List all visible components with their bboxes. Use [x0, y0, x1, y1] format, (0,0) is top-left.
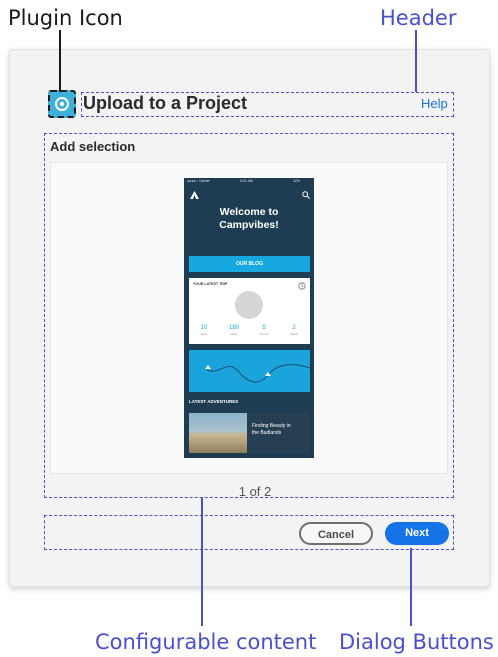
search-icon[interactable] — [302, 191, 310, 199]
adventure-title: Finding Beauty in the Badlands — [252, 423, 291, 437]
stat-label: Meals — [289, 332, 298, 336]
phone-trip-card: YOUR LATEST TRIP 10 Days 180 Miles 5 Cam… — [189, 278, 310, 344]
pager: 1 of 2 — [238, 484, 272, 499]
header-leader — [415, 30, 417, 92]
stat-label: Camps — [259, 332, 269, 336]
help-link[interactable]: Help — [421, 96, 448, 111]
adventure-title-line-1: Finding Beauty in — [252, 423, 291, 429]
dialog-title: Upload to a Project — [83, 93, 248, 113]
next-button[interactable]: Next — [385, 522, 449, 545]
cancel-button[interactable]: Cancel — [299, 522, 373, 545]
phone-latest-label: LATEST ADVENTURES — [189, 399, 239, 404]
stat-value: 180 — [228, 325, 239, 331]
phone-map — [189, 350, 310, 392]
phone-welcome-line-1: Welcome to — [219, 206, 279, 218]
adventure-photo — [189, 413, 247, 453]
adventure-title-line-2: the Badlands — [252, 430, 282, 436]
phone-battery: 42% — [293, 179, 301, 183]
gear-icon — [55, 97, 69, 111]
callout-plugin-icon: Plugin Icon — [8, 6, 123, 30]
map-route — [205, 364, 310, 383]
plugin-icon — [48, 90, 76, 118]
phone-preview: ●●●●○ Carrier 9:41 AM 42% Welcome to Cam… — [184, 178, 314, 458]
stat-value: 10 — [200, 325, 208, 331]
buttons-leader — [410, 548, 412, 626]
phone-adventure-card[interactable]: Finding Beauty in the Badlands — [189, 413, 310, 453]
phone-welcome-line-2: Campvibes! — [219, 219, 279, 231]
plugin-icon-leader — [59, 30, 61, 92]
phone-time: 9:41 AM — [240, 179, 253, 183]
phone-carrier: Carrier — [199, 179, 210, 183]
stat-value: 5 — [262, 325, 266, 331]
phone-trip-avatar — [235, 291, 263, 319]
phone-welcome: Welcome to Campvibes! — [184, 206, 314, 232]
tent-icon — [190, 191, 199, 199]
stat-label: Days — [200, 332, 208, 336]
clock-icon — [298, 282, 306, 290]
phone-stat: 180 Miles — [219, 325, 249, 337]
callout-dialog-buttons: Dialog Buttons — [339, 630, 494, 654]
phone-status-bar: ●●●●○ Carrier 9:41 AM 42% — [187, 179, 301, 183]
stat-value: 2 — [292, 325, 296, 331]
phone-stat: 2 Meals — [279, 325, 309, 337]
phone-stat: 10 Days — [189, 325, 219, 337]
phone-stat: 5 Camps — [249, 325, 279, 337]
content-leader — [201, 498, 203, 626]
phone-trip-label: YOUR LATEST TRIP — [193, 282, 228, 286]
section-label: Add selection — [50, 139, 136, 154]
stat-label: Miles — [230, 332, 238, 336]
phone-blog-button[interactable]: OUR BLOG — [189, 256, 310, 272]
callout-configurable-content: Configurable content — [95, 630, 317, 654]
callout-header: Header — [380, 6, 457, 30]
